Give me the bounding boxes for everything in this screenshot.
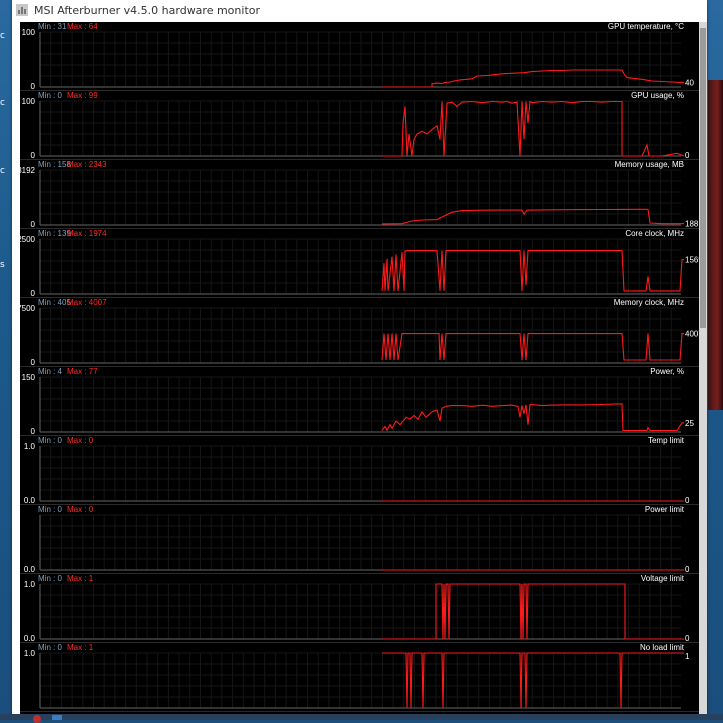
graph-panel bbox=[20, 238, 699, 298]
graph-y-min-label: 0.0 bbox=[24, 634, 36, 643]
graphs-canvas: Min : 31 Max : 64 GPU temperature, °C1000 4… bbox=[20, 22, 699, 712]
afterburner-app-icon bbox=[16, 4, 28, 16]
graph-y-min-label: 0 bbox=[31, 427, 36, 436]
graph-panel bbox=[20, 169, 699, 229]
graph-max-label: Max : 1974 bbox=[67, 229, 107, 238]
graph-y-max-label: 7500 bbox=[20, 304, 36, 313]
graph-title: Memory clock, MHz bbox=[614, 298, 684, 307]
graph-min-label: Min : 31 bbox=[38, 22, 67, 31]
graph-panel bbox=[20, 652, 699, 712]
desktop-edge-glyph: s bbox=[0, 260, 5, 270]
graph-title: GPU temperature, °C bbox=[608, 22, 684, 31]
graph-max-label: Max : 0 bbox=[67, 436, 94, 445]
graph-title: Power, % bbox=[650, 367, 684, 376]
graph-panel bbox=[20, 583, 699, 643]
graph-min-label: Min : 0 bbox=[38, 436, 63, 445]
graph-y-min-label: 0 bbox=[31, 289, 36, 298]
graph-current-value: 1 bbox=[685, 652, 690, 661]
graph-y-min-label: 0.0 bbox=[24, 496, 36, 505]
graph-y-max-label: 2500 bbox=[20, 235, 36, 244]
graph-max-label: Max : 2343 bbox=[67, 160, 107, 169]
graph-y-max-label: 100 bbox=[22, 28, 36, 37]
graph-title: Power limit bbox=[645, 505, 685, 514]
graph-panel bbox=[20, 307, 699, 367]
graph-y-min-label: 0 bbox=[31, 358, 36, 367]
graph-max-label: Max : 1 bbox=[67, 643, 94, 652]
graph-y-max-label: 150 bbox=[22, 373, 36, 382]
graph-current-value: 1569 bbox=[685, 255, 699, 264]
graph-min-label: Min : 4 bbox=[38, 367, 63, 376]
desktop-edge-glyph: c bbox=[0, 166, 5, 176]
graph-panel bbox=[20, 376, 699, 436]
desktop-edge-glyph: c bbox=[0, 98, 5, 108]
start-button-icon[interactable] bbox=[33, 715, 41, 723]
graph-title: GPU usage, % bbox=[631, 91, 684, 100]
window-title: MSI Afterburner v4.5.0 hardware monitor bbox=[34, 4, 261, 17]
desktop-edge-glyph: c bbox=[0, 31, 5, 41]
graph-panel bbox=[20, 514, 699, 574]
taskbar bbox=[0, 714, 723, 720]
graph-y-min-label: 0.0 bbox=[24, 565, 36, 574]
graph-max-label: Max : 64 bbox=[67, 22, 98, 31]
monitor-graph-area[interactable]: Min : 31 Max : 64 GPU temperature, °C 100 0 4… bbox=[20, 22, 707, 716]
graph-current-value: 0 bbox=[685, 634, 690, 643]
graph-y-max-label: 8192 bbox=[20, 166, 36, 175]
graph-y-max-label: 1.0 bbox=[24, 580, 36, 589]
graph-min-label: Min : 0 bbox=[38, 574, 63, 583]
graph-current-value: 4007 bbox=[685, 330, 699, 339]
graph-current-value: 0 bbox=[685, 496, 690, 505]
graph-title: Voltage limit bbox=[641, 574, 685, 583]
taskbar-app-icon[interactable] bbox=[52, 715, 62, 720]
graph-current-value: 25 bbox=[685, 419, 694, 428]
graph-min-label: Min : 0 bbox=[38, 643, 63, 652]
graph-max-label: Max : 0 bbox=[67, 505, 94, 514]
graph-current-value: 0 bbox=[685, 151, 690, 160]
graph-title: Temp limit bbox=[648, 436, 685, 445]
graph-current-value: 40 bbox=[685, 79, 694, 88]
graph-title: No load limit bbox=[640, 643, 685, 652]
graph-panel bbox=[20, 31, 699, 91]
graph-panel bbox=[20, 100, 699, 160]
graph-min-label: Min : 0 bbox=[38, 91, 63, 100]
graph-y-min-label: 0 bbox=[31, 151, 36, 160]
graph-max-label: Max : 1 bbox=[67, 574, 94, 583]
graph-min-label: Min : 0 bbox=[38, 505, 63, 514]
graph-title: Memory usage, MB bbox=[615, 160, 684, 169]
scrollbar-thumb[interactable] bbox=[700, 28, 706, 328]
graph-y-min-label: 0 bbox=[31, 220, 36, 229]
graph-panel bbox=[20, 445, 699, 505]
background-window-edge bbox=[708, 80, 723, 410]
graph-current-value: 0 bbox=[685, 565, 690, 574]
graph-current-value: 188 bbox=[685, 220, 699, 229]
title-bar[interactable]: MSI Afterburner v4.5.0 hardware monitor bbox=[12, 0, 707, 22]
graph-max-label: Max : 77 bbox=[67, 367, 98, 376]
graph-max-label: Max : 99 bbox=[67, 91, 98, 100]
vertical-scrollbar[interactable] bbox=[699, 22, 707, 716]
graph-max-label: Max : 4007 bbox=[67, 298, 107, 307]
graph-y-min-label: 0 bbox=[31, 82, 36, 91]
graph-y-max-label: 1.0 bbox=[24, 649, 36, 658]
hardware-monitor-window[interactable]: MSI Afterburner v4.5.0 hardware monitor … bbox=[12, 0, 707, 716]
graph-title: Core clock, MHz bbox=[625, 229, 684, 238]
graph-y-max-label: 100 bbox=[22, 97, 36, 106]
graph-y-max-label: 1.0 bbox=[24, 442, 36, 451]
